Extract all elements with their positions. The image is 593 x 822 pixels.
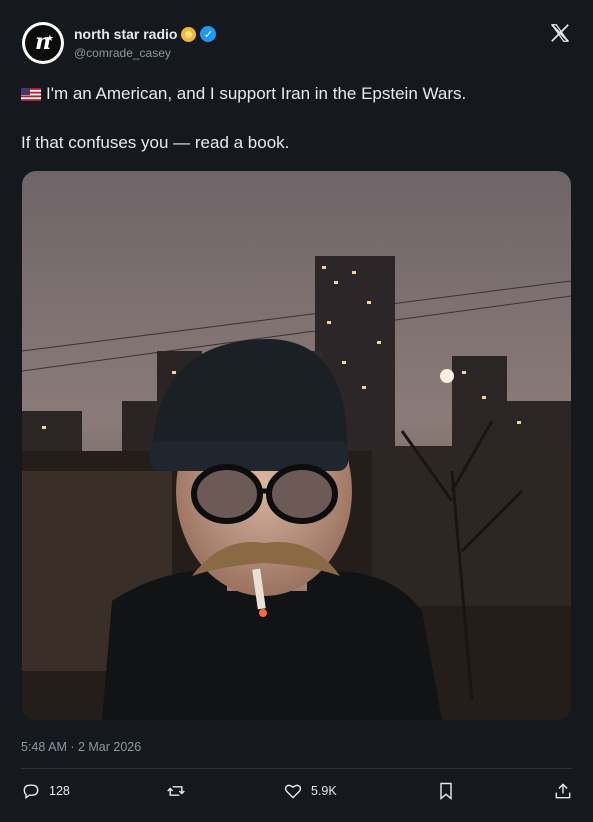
verified-icon[interactable]: ✓ <box>200 26 217 42</box>
repost-button[interactable] <box>166 781 186 801</box>
like-count: 5.9K <box>311 784 337 798</box>
name-row: north star radio ✓ <box>74 26 217 42</box>
us-flag-icon <box>21 87 41 101</box>
tweet-text-2: If that confuses you — read a book. <box>21 133 290 152</box>
north-star-radio-logo: n ★ <box>25 25 61 61</box>
share-icon <box>555 783 571 799</box>
reply-icon <box>23 784 39 800</box>
star-icon: ★ <box>45 33 54 43</box>
reply-count: 128 <box>49 784 70 798</box>
tweet-text-1: I'm an American, and I support Iran in t… <box>46 84 467 103</box>
divider <box>21 768 572 769</box>
x-logo-icon[interactable] <box>549 22 571 44</box>
reply-button[interactable]: 128 <box>21 781 70 801</box>
avatar[interactable]: n ★ <box>22 22 64 64</box>
display-name[interactable]: north star radio <box>74 26 177 42</box>
gold-badge-icon[interactable] <box>181 26 197 42</box>
tweet-line-1: I'm an American, and I support Iran in t… <box>21 84 466 104</box>
share-button[interactable] <box>553 781 573 801</box>
bookmark-icon <box>440 782 452 801</box>
heart-icon <box>284 784 302 799</box>
tweet-photo[interactable] <box>22 171 571 720</box>
bookmark-button[interactable] <box>436 781 456 801</box>
photo-illustration <box>22 171 571 720</box>
repost-icon <box>167 786 185 796</box>
handle[interactable]: @comrade_casey <box>74 46 171 60</box>
like-button[interactable]: 5.9K <box>283 781 337 801</box>
timestamp[interactable]: 5:48 AM · 2 Mar 2026 <box>21 740 141 754</box>
